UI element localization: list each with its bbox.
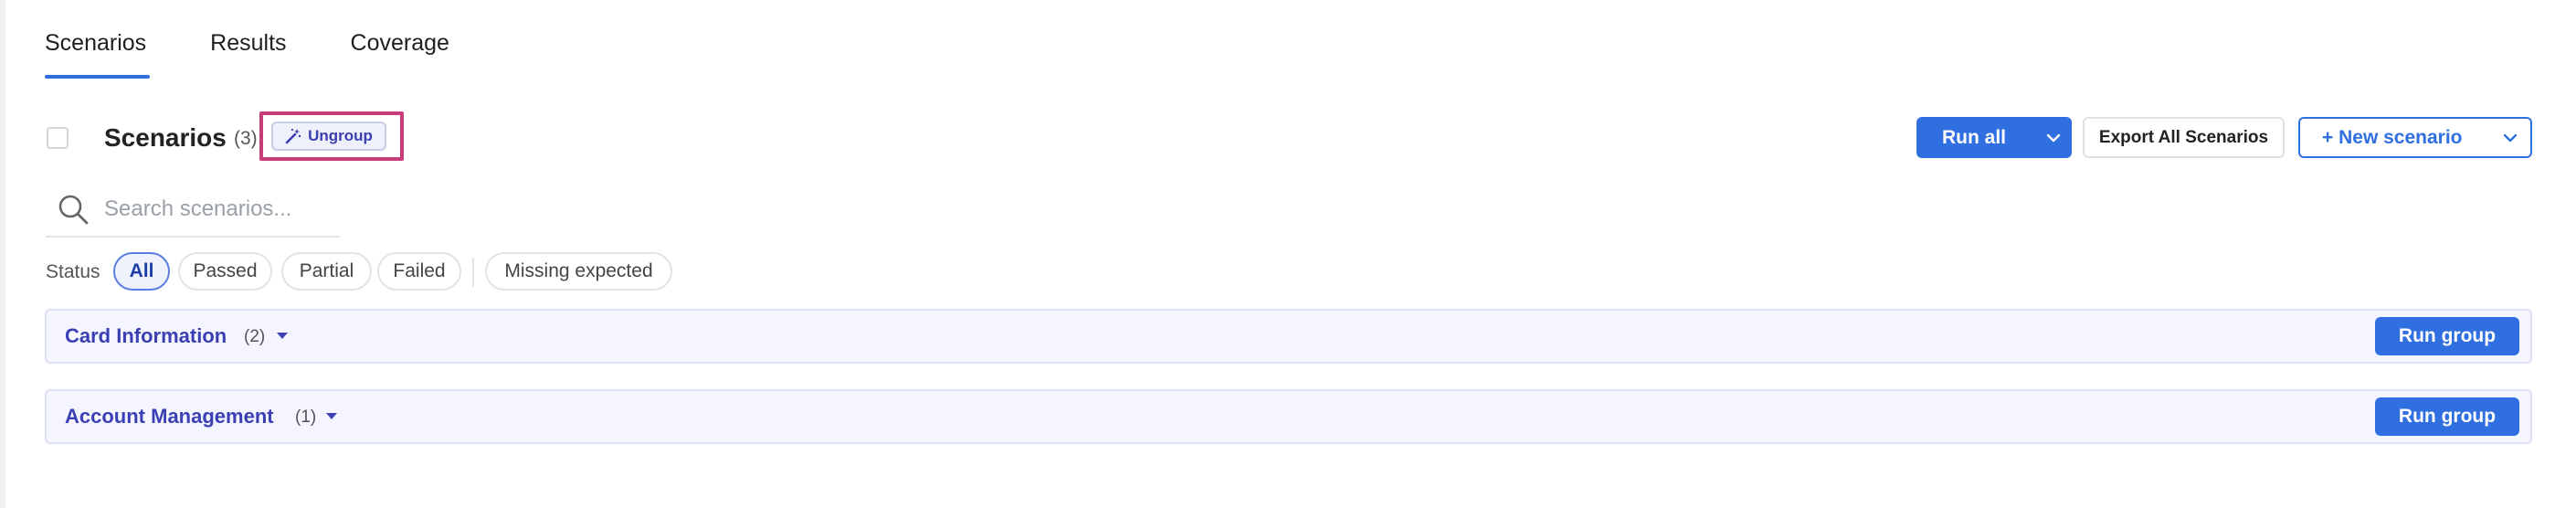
- run-all-label: Run all: [1942, 126, 2007, 148]
- caret-down-icon[interactable]: [326, 413, 337, 419]
- filter-chip-failed[interactable]: Failed: [377, 252, 461, 291]
- search-bar: [46, 183, 340, 238]
- tab-scenarios[interactable]: Scenarios: [45, 0, 151, 80]
- group-title[interactable]: Account Management: [65, 405, 274, 429]
- filter-chip-passed[interactable]: Passed: [178, 252, 272, 291]
- scenario-group-account-management[interactable]: Account Management (1) Run group: [45, 389, 2532, 444]
- run-group-button[interactable]: Run group: [2375, 317, 2519, 355]
- search-input[interactable]: [102, 196, 334, 223]
- filter-chip-partial[interactable]: Partial: [281, 252, 372, 291]
- export-all-button[interactable]: Export All Scenarios: [2083, 117, 2285, 158]
- ungroup-button[interactable]: Ungroup: [271, 122, 386, 151]
- group-title[interactable]: Card Information: [65, 324, 227, 348]
- group-count: (2): [244, 327, 266, 346]
- group-count: (1): [295, 407, 317, 427]
- page: Scenarios Results Coverage Scenarios (3)…: [0, 0, 2576, 508]
- new-scenario-label: + New scenario: [2322, 126, 2463, 148]
- select-all-checkbox[interactable]: [47, 127, 69, 149]
- filter-chip-all[interactable]: All: [113, 252, 170, 291]
- search-icon: [55, 191, 91, 228]
- scenario-count: (3): [234, 128, 258, 149]
- page-title: Scenarios: [104, 123, 227, 152]
- filter-divider: [472, 258, 474, 287]
- magic-wand-icon: [285, 128, 301, 144]
- left-edge-panel: [0, 0, 5, 508]
- tab-results[interactable]: Results: [210, 0, 286, 80]
- caret-down-icon[interactable]: [277, 333, 288, 339]
- run-group-button[interactable]: Run group: [2375, 397, 2519, 436]
- ungroup-label: Ungroup: [308, 127, 373, 144]
- status-filter-label: Status: [46, 261, 100, 282]
- scenario-group-card-information[interactable]: Card Information (2) Run group: [45, 309, 2532, 364]
- tab-bar: Scenarios Results Coverage: [45, 0, 513, 80]
- filter-chip-missing-expected[interactable]: Missing expected: [485, 252, 672, 291]
- run-all-button[interactable]: Run all: [1916, 117, 2072, 158]
- tab-coverage[interactable]: Coverage: [351, 0, 449, 80]
- chevron-down-icon[interactable]: [2035, 117, 2072, 158]
- new-scenario-button[interactable]: + New scenario: [2298, 117, 2532, 158]
- chevron-down-icon[interactable]: [2492, 133, 2528, 143]
